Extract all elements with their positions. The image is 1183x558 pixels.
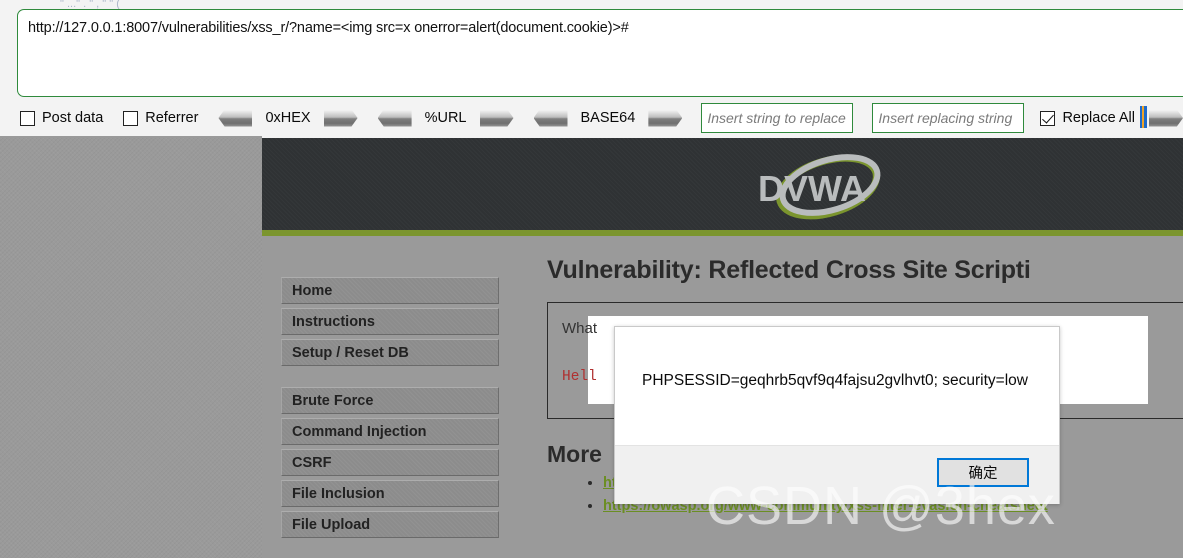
chevron-right-icon-apply[interactable] bbox=[1149, 109, 1183, 127]
sidebar-item-file-upload[interactable]: File Upload bbox=[281, 511, 499, 538]
sidebar-item-setup-reset-db[interactable]: Setup / Reset DB bbox=[281, 339, 499, 366]
referrer-checkbox[interactable]: Referrer bbox=[123, 110, 198, 126]
checkbox-box-replace-all[interactable] bbox=[1040, 110, 1056, 126]
javascript-alert-dialog: PHPSESSID=geqhrb5qvf9q4fajsu2gvlhvt0; se… bbox=[614, 326, 1060, 504]
base64-encoder-group: BASE64 bbox=[533, 109, 683, 127]
ok-button[interactable]: 确定 bbox=[937, 458, 1029, 487]
checkbox-box-post-data[interactable] bbox=[20, 110, 35, 126]
replace-with-input[interactable]: Insert replacing string bbox=[872, 103, 1025, 133]
sidebar: Home Instructions Setup / Reset DB Brute… bbox=[281, 277, 499, 542]
url-encode-label: %URL bbox=[424, 110, 467, 126]
xss-output-line: Hell bbox=[562, 369, 597, 385]
chevron-left-icon-hex[interactable] bbox=[218, 109, 253, 127]
checkbox-box-referrer[interactable] bbox=[123, 110, 139, 126]
sidebar-item-brute-force[interactable]: Brute Force bbox=[281, 387, 499, 414]
chevron-left-icon-url[interactable] bbox=[377, 109, 412, 127]
chevron-right-icon-url[interactable] bbox=[479, 109, 514, 127]
chevron-left-icon-base64[interactable] bbox=[533, 109, 568, 127]
sidebar-divider bbox=[281, 370, 499, 387]
dialog-message: PHPSESSID=geqhrb5qvf9q4fajsu2gvlhvt0; se… bbox=[642, 372, 1028, 389]
url-encoder-group: %URL bbox=[377, 109, 514, 127]
referrer-label: Referrer bbox=[145, 110, 199, 126]
name-question-label: What bbox=[562, 320, 598, 337]
svg-text:DVWA: DVWA bbox=[758, 168, 866, 209]
sidebar-item-home[interactable]: Home bbox=[281, 277, 499, 304]
clipped-text-above: " ..." . " , " " ( bbox=[60, 0, 120, 9]
sidebar-item-command-injection[interactable]: Command Injection bbox=[281, 418, 499, 445]
proxy-toolbar: " ..." . " , " " ( http://127.0.0.1:8007… bbox=[0, 0, 1183, 138]
dvwa-logo: DVWA bbox=[758, 154, 881, 220]
sidebar-item-instructions[interactable]: Instructions bbox=[281, 308, 499, 335]
url-input-value: http://127.0.0.1:8007/vulnerabilities/xs… bbox=[28, 20, 629, 36]
hex-label: 0xHEX bbox=[265, 110, 311, 126]
replace-all-checkbox[interactable]: Replace All bbox=[1040, 110, 1135, 126]
dialog-body: PHPSESSID=geqhrb5qvf9q4fajsu2gvlhvt0; se… bbox=[615, 327, 1059, 445]
replace-find-input[interactable]: Insert string to replace bbox=[701, 103, 854, 133]
dialog-footer: 确定 bbox=[615, 445, 1059, 504]
base64-label: BASE64 bbox=[580, 110, 636, 126]
page-title: Vulnerability: Reflected Cross Site Scri… bbox=[547, 256, 1031, 284]
hex-encoder-group: 0xHEX bbox=[218, 109, 358, 127]
url-input[interactable]: http://127.0.0.1:8007/vulnerabilities/xs… bbox=[17, 9, 1183, 97]
post-data-label: Post data bbox=[42, 110, 104, 126]
site-header: DVWA bbox=[262, 138, 1183, 236]
sidebar-item-csrf[interactable]: CSRF bbox=[281, 449, 499, 476]
sidebar-item-file-inclusion[interactable]: File Inclusion bbox=[281, 480, 499, 507]
chevron-right-icon-base64[interactable] bbox=[648, 109, 683, 127]
post-data-checkbox[interactable]: Post data bbox=[20, 110, 103, 126]
chevron-right-icon-hex[interactable] bbox=[323, 109, 358, 127]
toolbar-controls-row: Post data Referrer 0xHEX %URL BASE64 Ins… bbox=[0, 100, 1183, 136]
edge-color-stripe bbox=[1140, 106, 1147, 128]
replace-all-label: Replace All bbox=[1062, 110, 1135, 126]
